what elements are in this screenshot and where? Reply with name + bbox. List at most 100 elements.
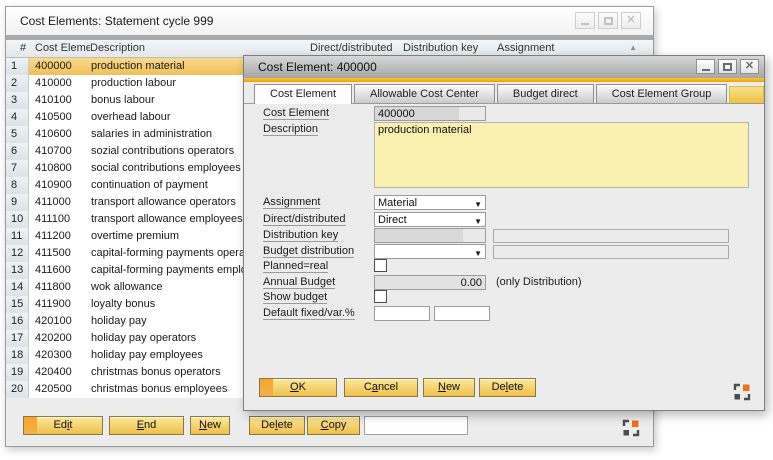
column-header-assignment[interactable]: Assignment: [497, 42, 554, 54]
minimize-button[interactable]: [575, 12, 595, 29]
assignment-label: Assignment: [263, 196, 320, 208]
row-number-cell[interactable]: 15: [6, 296, 29, 313]
row-number-cell[interactable]: 2: [6, 75, 29, 92]
row-number-cell[interactable]: 6: [6, 143, 29, 160]
description-textarea[interactable]: production material: [374, 122, 749, 188]
maximize-icon: [723, 63, 732, 71]
row-number-cell[interactable]: 7: [6, 160, 29, 177]
column-header-description[interactable]: Description: [90, 42, 145, 54]
annual-budget-note: (only Distribution): [496, 276, 582, 288]
cost-element-cell[interactable]: 420500: [29, 381, 85, 398]
cost-element-cell[interactable]: 420400: [29, 364, 85, 381]
show-budget-label: Show budget: [263, 291, 327, 303]
cost-element-cell[interactable]: 411600: [29, 262, 85, 279]
expand-form-icon[interactable]: [622, 419, 640, 437]
end-button[interactable]: End: [109, 416, 184, 435]
cost-element-cell[interactable]: 410100: [29, 92, 85, 109]
new-button[interactable]: New: [423, 378, 475, 397]
minimize-icon: [702, 69, 710, 71]
row-number-cell[interactable]: 9: [6, 194, 29, 211]
assignment-dropdown[interactable]: Material: [374, 195, 486, 210]
cost-element-label: Cost Element: [263, 107, 329, 119]
row-number-cell[interactable]: 4: [6, 109, 29, 126]
default-fixed-input[interactable]: [374, 306, 430, 321]
cost-element-field: 400000: [374, 106, 486, 121]
dialog-title: Cost Element: 400000: [258, 56, 377, 78]
cost-element-cell[interactable]: 411500: [29, 245, 85, 262]
copy-button[interactable]: Copy: [307, 416, 360, 435]
dialog-window-controls: ✕: [696, 59, 759, 74]
row-number-cell[interactable]: 18: [6, 347, 29, 364]
row-number-cell[interactable]: 16: [6, 313, 29, 330]
row-number-cell[interactable]: 5: [6, 126, 29, 143]
row-number-cell[interactable]: 8: [6, 177, 29, 194]
new-button[interactable]: New: [190, 416, 230, 435]
column-header-number[interactable]: #: [20, 42, 26, 54]
ok-button[interactable]: OK: [259, 378, 337, 397]
annual-budget-label: Annual Budget: [263, 276, 335, 288]
edit-button[interactable]: Edit: [23, 416, 103, 435]
cost-element-cell[interactable]: 411900: [29, 296, 85, 313]
cost-element-cell[interactable]: 411200: [29, 228, 85, 245]
main-titlebar: Cost Elements: Statement cycle 999 ✕: [6, 7, 653, 35]
row-number-cell[interactable]: 20: [6, 381, 29, 398]
cost-element-cell[interactable]: 410600: [29, 126, 85, 143]
row-number-cell[interactable]: 3: [6, 92, 29, 109]
cancel-button[interactable]: Cancel: [344, 378, 418, 397]
row-number-cell[interactable]: 11: [6, 228, 29, 245]
row-number-cell[interactable]: 12: [6, 245, 29, 262]
maximize-button[interactable]: [718, 59, 737, 74]
close-icon: ✕: [626, 15, 635, 26]
column-header-distribution-key[interactable]: Distribution key: [403, 42, 478, 54]
cost-element-cell[interactable]: 420100: [29, 313, 85, 330]
cost-element-cell[interactable]: 410800: [29, 160, 85, 177]
minimize-icon: [581, 23, 589, 25]
delete-button[interactable]: Delete: [249, 416, 305, 435]
close-button[interactable]: ✕: [740, 59, 759, 74]
tab-strip-filler: [729, 86, 764, 103]
planned-real-label: Planned=real: [263, 260, 328, 272]
delete-button[interactable]: Delete: [479, 378, 536, 397]
column-header-direct-distributed[interactable]: Direct/distributed: [310, 42, 393, 54]
cost-element-cell[interactable]: 410900: [29, 177, 85, 194]
budget-distribution-label: Budget distribution: [263, 245, 354, 257]
expand-form-icon[interactable]: [733, 383, 751, 401]
cost-element-cell[interactable]: 420300: [29, 347, 85, 364]
cost-element-cell[interactable]: 410500: [29, 109, 85, 126]
close-icon: ✕: [745, 61, 754, 72]
dialog-titlebar: Cost Element: 400000 ✕: [244, 56, 764, 78]
minimize-button[interactable]: [696, 59, 715, 74]
budget-distribution-description-field: [493, 245, 729, 259]
row-number-cell[interactable]: 17: [6, 330, 29, 347]
column-header-cost-element[interactable]: Cost Element: [35, 42, 90, 54]
cost-element-cell[interactable]: 410000: [29, 75, 85, 92]
direct-distributed-dropdown[interactable]: Direct: [374, 212, 486, 227]
row-number-cell[interactable]: 10: [6, 211, 29, 228]
tab[interactable]: Budget direct: [497, 84, 594, 103]
close-button[interactable]: ✕: [621, 12, 641, 29]
planned-real-checkbox[interactable]: [374, 259, 387, 272]
cost-element-cell[interactable]: 411100: [29, 211, 85, 228]
tab[interactable]: Cost Element Group: [596, 84, 728, 103]
row-number-cell[interactable]: 13: [6, 262, 29, 279]
description-label: Description: [263, 123, 318, 135]
scroll-up-icon[interactable]: ▲: [629, 43, 637, 52]
cost-element-cell[interactable]: 411000: [29, 194, 85, 211]
tab[interactable]: Cost Element: [254, 84, 352, 104]
budget-distribution-dropdown[interactable]: [374, 244, 486, 259]
default-var-input[interactable]: [434, 306, 490, 321]
maximize-icon: [604, 17, 613, 25]
row-number-cell[interactable]: 14: [6, 279, 29, 296]
distribution-key-dropdown: [374, 228, 486, 243]
cost-element-cell[interactable]: 410700: [29, 143, 85, 160]
cost-element-cell[interactable]: 420200: [29, 330, 85, 347]
show-budget-checkbox[interactable]: [374, 290, 387, 303]
row-number-cell[interactable]: 19: [6, 364, 29, 381]
footer-text-input[interactable]: [364, 416, 468, 435]
tab[interactable]: Allowable Cost Center: [354, 84, 495, 103]
cost-element-cell[interactable]: 400000: [29, 58, 85, 75]
row-number-cell[interactable]: 1: [6, 58, 29, 75]
cost-element-cell[interactable]: 411800: [29, 279, 85, 296]
maximize-button[interactable]: [598, 12, 618, 29]
direct-distributed-label: Direct/distributed: [263, 213, 346, 225]
